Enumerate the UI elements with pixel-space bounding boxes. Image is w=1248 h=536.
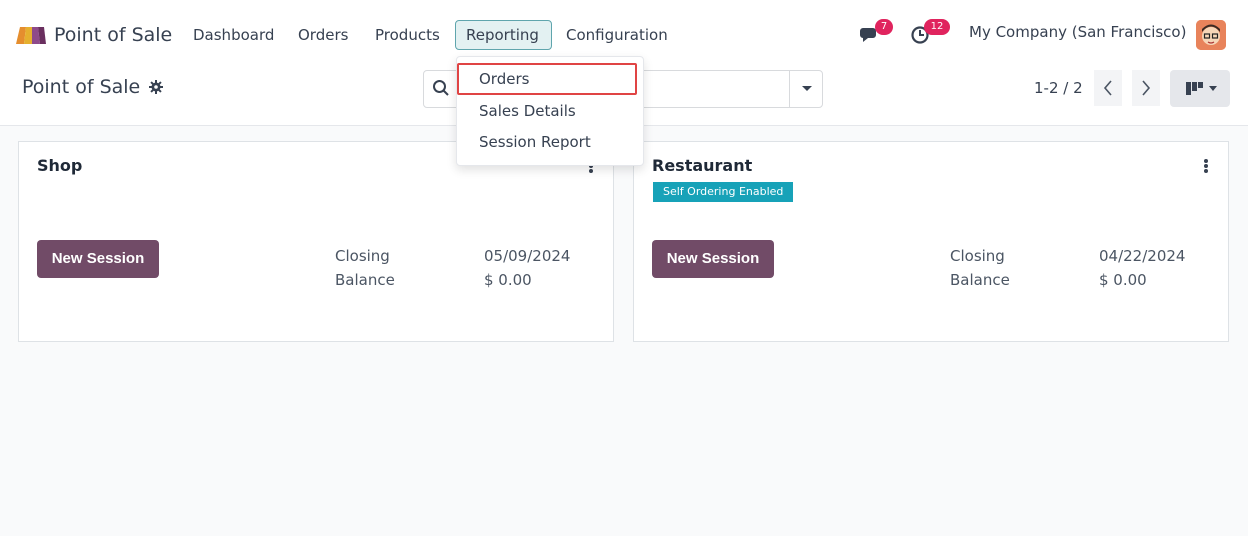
gear-icon[interactable] [149,80,164,94]
pos-app-icon [16,27,46,44]
closing-date: 05/09/2024 [484,247,571,265]
reporting-menu-session-report[interactable]: Session Report [479,133,591,151]
page-title-text: Point of Sale [22,76,141,98]
pos-card-restaurant[interactable]: Restaurant Self Ordering Enabled New Ses… [633,141,1229,342]
company-switcher[interactable]: My Company (San Francisco) [969,23,1186,41]
messages-badge: 7 [875,19,893,35]
reporting-menu-orders[interactable]: Orders [479,70,529,88]
reporting-dropdown: Orders Sales Details Session Report [456,56,644,166]
pager-previous-button[interactable] [1094,70,1122,106]
card-title: Restaurant [652,156,753,175]
closing-date: 04/22/2024 [1099,247,1186,265]
self-ordering-tag: Self Ordering Enabled [653,182,794,202]
kanban-view-icon [1186,82,1217,95]
activities-badge: 12 [924,19,950,35]
card-menu-icon[interactable] [1204,159,1208,173]
closing-balance-label: Closing Balance [335,244,395,292]
app-brand[interactable]: Point of Sale [14,20,172,50]
menu-configuration[interactable]: Configuration [566,21,668,49]
app-name: Point of Sale [54,24,173,46]
balance-amount: $ 0.00 [1099,271,1147,289]
pager-next-button[interactable] [1132,70,1160,106]
view-switcher-button[interactable] [1170,70,1230,107]
balance-label: Balance [950,271,1010,289]
menu-orders[interactable]: Orders [298,21,348,49]
chevron-right-icon [1142,80,1151,96]
user-avatar[interactable] [1196,20,1226,50]
user-avatar-image [1196,20,1226,50]
pager-value[interactable]: 1-2 / 2 [1034,79,1083,97]
menu-dashboard[interactable]: Dashboard [193,21,274,49]
closing-balance-label: Closing Balance [950,244,1010,292]
new-session-button[interactable]: New Session [37,240,159,278]
page-title: Point of Sale [22,76,164,98]
reporting-menu-sales-details[interactable]: Sales Details [479,102,576,120]
chevron-left-icon [1103,80,1112,96]
card-title: Shop [37,156,83,175]
search-icon [433,80,449,96]
balance-label: Balance [335,271,395,289]
pos-card-shop[interactable]: Shop New Session Closing Balance 05/09/2… [18,141,614,342]
closing-label: Closing [335,247,390,265]
closing-balance-values: 04/22/2024 $ 0.00 [1099,244,1185,292]
menu-products[interactable]: Products [375,21,440,49]
search-options-toggle[interactable] [789,70,823,108]
balance-amount: $ 0.00 [484,271,532,289]
new-session-button[interactable]: New Session [652,240,774,278]
menu-reporting[interactable]: Reporting [455,20,552,50]
closing-balance-values: 05/09/2024 $ 0.00 [484,244,570,292]
closing-label: Closing [950,247,1005,265]
